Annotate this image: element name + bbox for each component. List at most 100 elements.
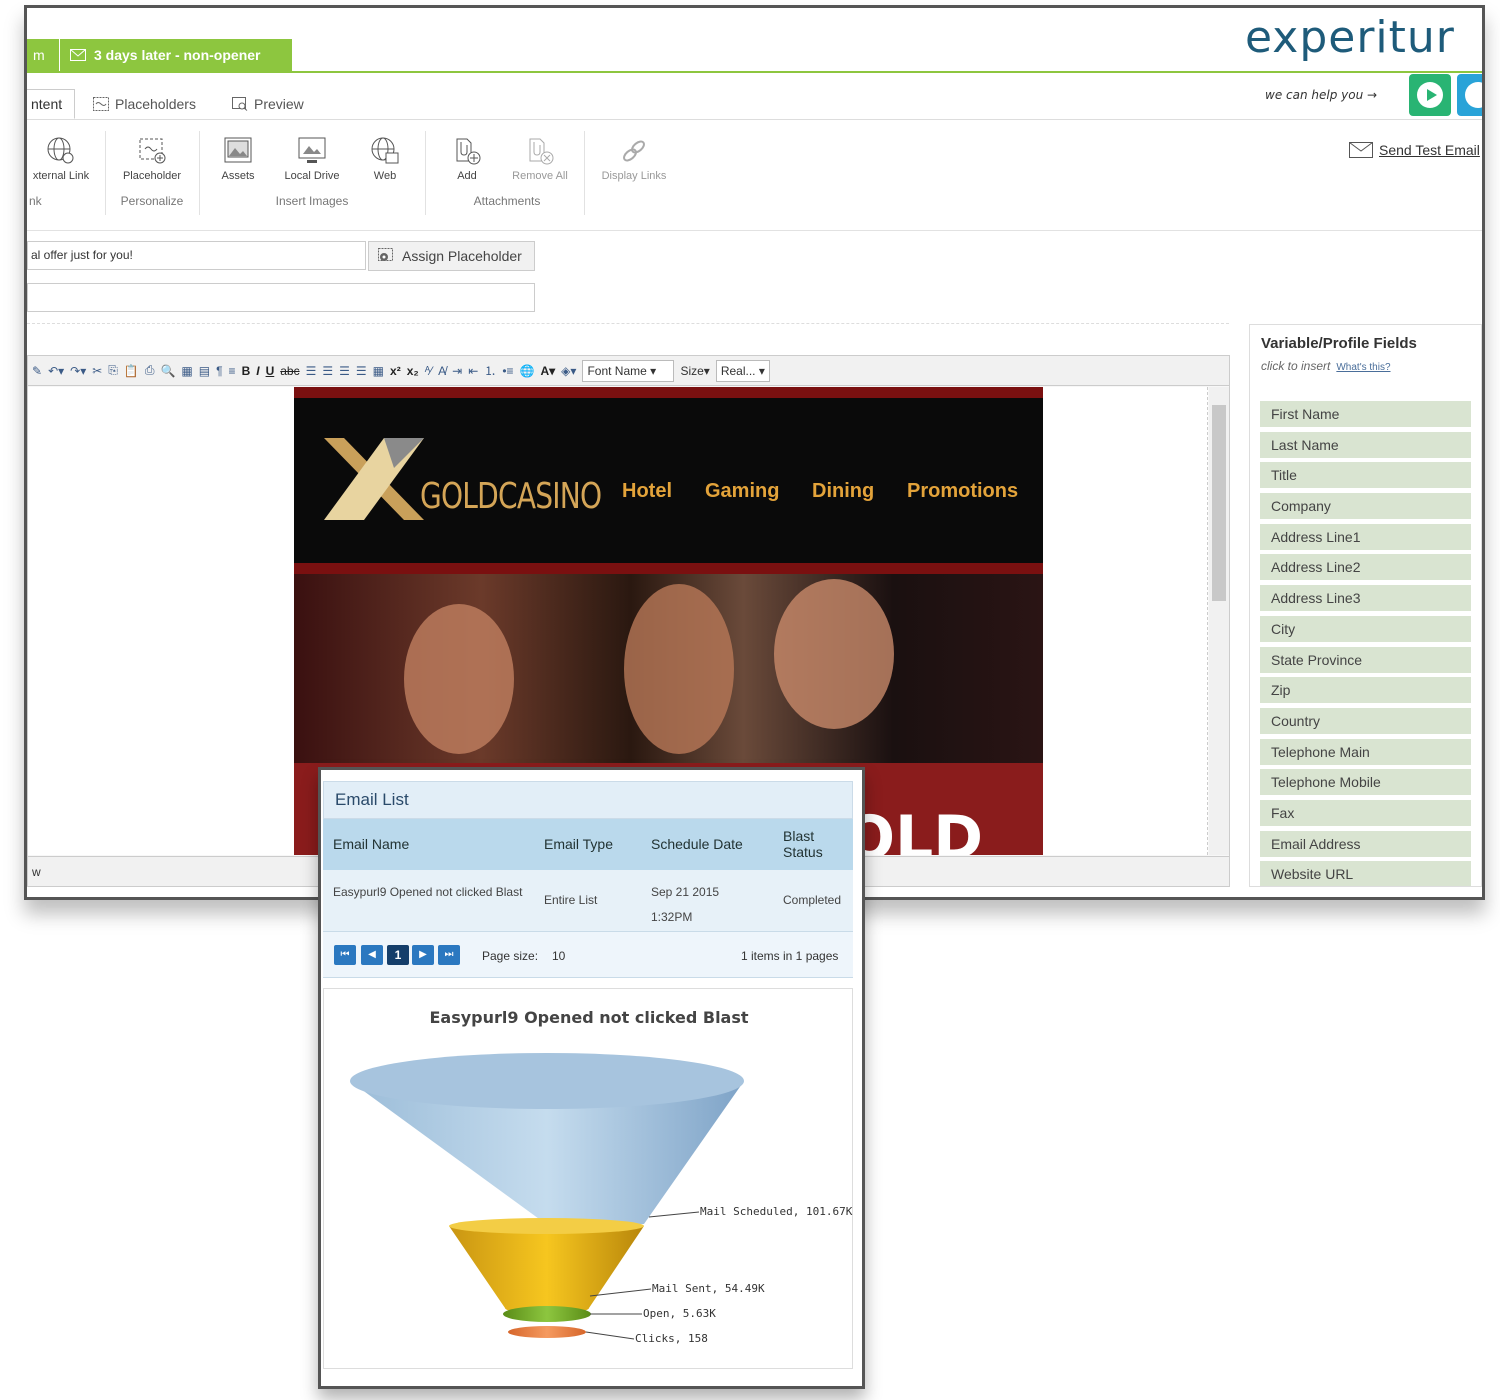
tab-previous-label: m (33, 47, 45, 63)
italic-icon[interactable]: I (256, 364, 259, 378)
field-item[interactable]: Fax (1260, 799, 1471, 826)
align-left-icon[interactable]: ☰ (306, 364, 317, 378)
cut-icon[interactable]: ✂ (92, 364, 102, 378)
field-item[interactable]: Address Line2 (1260, 554, 1471, 581)
redo-icon[interactable]: ↷▾ (70, 364, 86, 378)
toolbar-remove-all[interactable]: Remove All (507, 136, 573, 182)
toolbar-add-label: Add (457, 170, 477, 182)
tab-content[interactable]: ntent (27, 89, 75, 119)
chat-button[interactable] (1457, 74, 1482, 116)
font-color-icon[interactable]: A▾ (540, 364, 555, 378)
bullet-list-icon[interactable]: •≡ (502, 364, 513, 378)
print-icon[interactable]: ⎙ (145, 363, 155, 378)
spellcheck-icon[interactable]: ᴬ⁄ (425, 364, 432, 378)
toolbar-add-attachment[interactable]: Add (447, 136, 487, 182)
group-label-personalize: Personalize (120, 194, 184, 208)
email-brand-name: GOLDCASINO (420, 476, 602, 517)
field-item[interactable]: Address Line3 (1260, 585, 1471, 612)
toolbar-local-drive[interactable]: Local Drive (279, 136, 345, 182)
editor-scrollbar[interactable] (1209, 387, 1229, 855)
clear-format-icon[interactable]: A̸ (438, 364, 446, 378)
field-item[interactable]: Telephone Main (1260, 738, 1471, 765)
field-item[interactable]: Last Name (1260, 431, 1471, 458)
toolbar-divider (199, 131, 200, 215)
gold-x-logo-icon (324, 438, 424, 520)
send-test-email-link[interactable]: Send Test Email (1349, 142, 1480, 158)
paste-text-icon[interactable]: ▤ (199, 364, 210, 378)
tab-content-label: ntent (31, 96, 63, 112)
last-page-button[interactable]: ⏭ (438, 945, 460, 965)
video-play-button[interactable] (1409, 74, 1451, 116)
table-icon[interactable]: ▦ (373, 364, 384, 378)
assign-placeholder-button[interactable]: Assign Placeholder (368, 241, 535, 271)
real-font-select[interactable]: Real... ▾ (715, 359, 770, 382)
format-icon[interactable]: ≡ (229, 364, 236, 378)
tab-previous-email[interactable]: m (27, 39, 59, 71)
email-editor-window: m 3 days later - non-opener experitur nt… (24, 5, 1485, 900)
size-select[interactable]: Size▾ (680, 364, 709, 378)
numbered-list-icon[interactable]: ⒈ (484, 362, 496, 379)
tab-active-email[interactable]: 3 days later - non-opener (60, 39, 292, 71)
paste-icon[interactable]: 📋 (124, 364, 139, 378)
field-item[interactable]: Company (1260, 493, 1471, 520)
tab-placeholders[interactable]: Placeholders (93, 96, 196, 112)
column-header-schedule-date[interactable]: Schedule Date (651, 836, 743, 852)
toolbar-display-links[interactable]: Display Links (599, 136, 669, 182)
underline-icon[interactable]: U (266, 364, 275, 378)
email-nav-promotions[interactable]: Promotions (907, 480, 1018, 503)
toolbar-external-link[interactable]: xternal Link (29, 136, 93, 182)
field-item[interactable]: Title (1260, 462, 1471, 489)
indent-icon[interactable]: ⇥ (452, 364, 462, 378)
superscript-icon[interactable]: x² (390, 364, 401, 378)
subject-input[interactable]: al offer just for you! (27, 241, 366, 270)
strikethrough-icon[interactable]: abc (280, 364, 299, 378)
edit-source-icon[interactable]: ✎ (32, 364, 42, 378)
field-item[interactable]: State Province (1260, 646, 1471, 673)
link-globe-icon[interactable]: 🌐 (520, 364, 535, 378)
page-number-button[interactable]: 1 (387, 945, 409, 965)
table-row[interactable]: Easypurl9 Opened not clicked Blast Entir… (323, 870, 853, 932)
bold-icon[interactable]: B (242, 364, 251, 378)
subscript-icon[interactable]: x₂ (407, 364, 419, 378)
toolbar-web[interactable]: Web (365, 136, 405, 182)
column-header-blast-status[interactable]: Blast Status (783, 828, 831, 860)
column-header-email-name[interactable]: Email Name (333, 836, 409, 852)
toolbar-external-link-label: xternal Link (32, 170, 90, 182)
prev-page-button[interactable]: ◀ (361, 945, 383, 965)
field-item[interactable]: Country (1260, 707, 1471, 734)
paragraph-icon[interactable]: ¶ (216, 364, 222, 378)
next-page-button[interactable]: ▶ (412, 945, 434, 965)
funnel-chart: Mail Scheduled, 101.67K Mail Sent, 54.49… (350, 1053, 853, 1345)
field-item[interactable]: Website URL (1260, 861, 1471, 886)
email-nav-hotel[interactable]: Hotel (622, 480, 672, 503)
editor-scroll-thumb[interactable] (1212, 405, 1226, 601)
field-item[interactable]: City (1260, 615, 1471, 642)
field-item[interactable]: Email Address (1260, 830, 1471, 857)
local-drive-icon (298, 137, 326, 163)
field-item[interactable]: First Name (1260, 401, 1471, 427)
column-header-email-type[interactable]: Email Type (544, 836, 613, 852)
undo-icon[interactable]: ↶▾ (48, 364, 64, 378)
font-name-select[interactable]: Font Name ▾ (582, 359, 675, 382)
justify-icon[interactable]: ☰ (356, 364, 367, 378)
group-label-link: nk (29, 194, 42, 208)
first-page-button[interactable]: ⏮ (334, 945, 356, 965)
copy-icon[interactable]: ⎘ (108, 363, 118, 378)
field-item[interactable]: Telephone Mobile (1260, 769, 1471, 796)
whats-this-link[interactable]: What's this? (1336, 362, 1390, 373)
highlight-color-icon[interactable]: ◈▾ (561, 364, 576, 378)
field-item[interactable]: Zip (1260, 677, 1471, 704)
email-nav-dining[interactable]: Dining (812, 480, 874, 503)
toolbar-assets[interactable]: Assets (213, 136, 263, 182)
page-size-value[interactable]: 10 (552, 949, 565, 963)
align-center-icon[interactable]: ☰ (322, 364, 333, 378)
email-nav-gaming[interactable]: Gaming (705, 480, 779, 503)
toolbar-placeholder[interactable]: Placeholder (117, 136, 187, 182)
align-right-icon[interactable]: ☰ (339, 364, 350, 378)
find-icon[interactable]: 🔍 (160, 364, 175, 378)
tab-preview[interactable]: Preview (232, 96, 304, 112)
preheader-input[interactable] (27, 283, 535, 312)
outdent-icon[interactable]: ⇤ (468, 364, 478, 378)
select-all-icon[interactable]: ▦ (181, 364, 192, 378)
field-item[interactable]: Address Line1 (1260, 523, 1471, 550)
